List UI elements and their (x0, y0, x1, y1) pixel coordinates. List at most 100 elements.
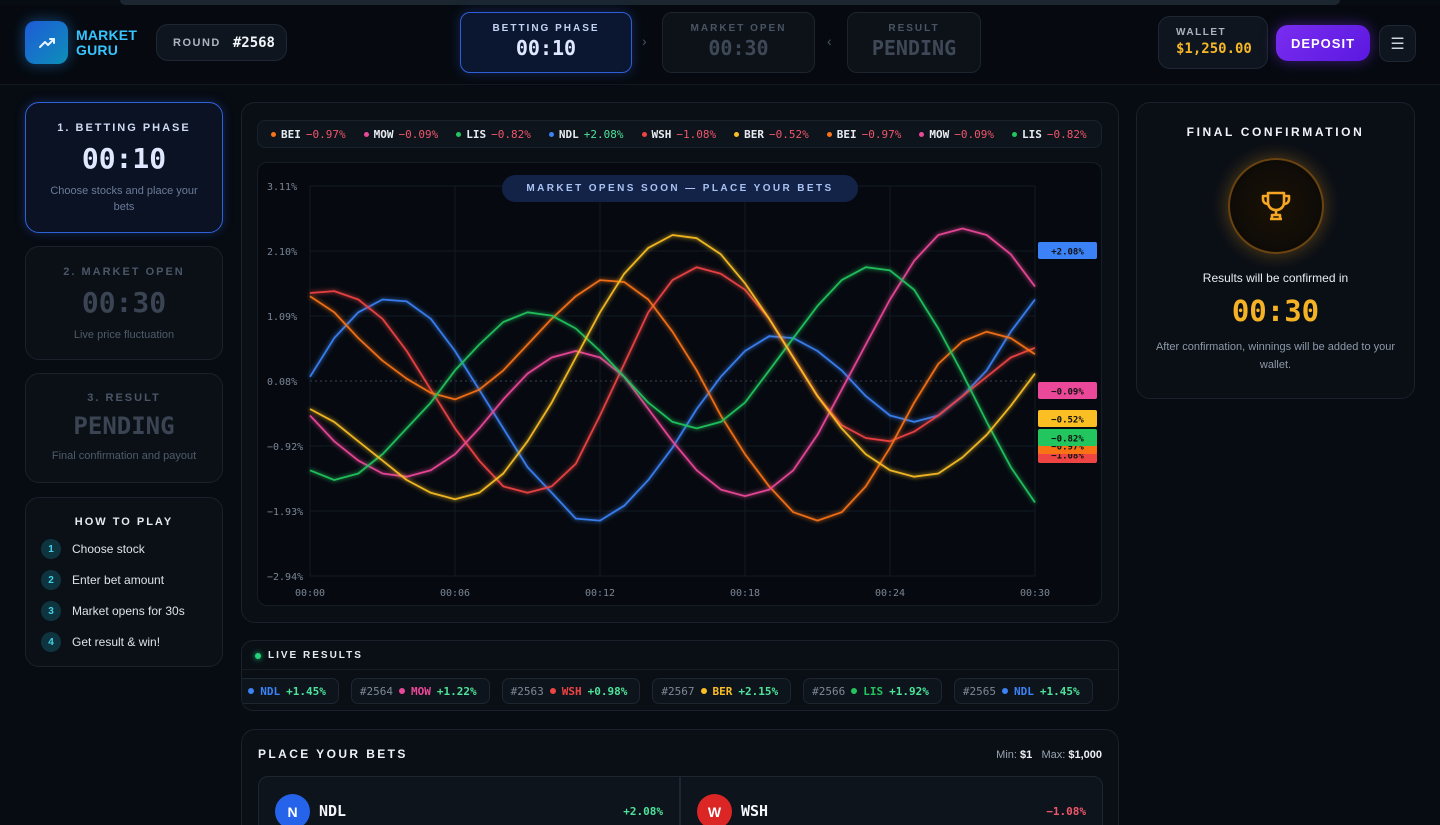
result-dot (1002, 688, 1008, 694)
menu-button[interactable]: ☰ (1379, 25, 1416, 62)
market-banner: MARKET OPENS SOON — PLACE YOUR BETS (502, 175, 858, 202)
live-result-item: #2564 MOW +1.22% (350, 678, 490, 704)
ticker-item: LIS −0.82% (1012, 128, 1087, 141)
ticker-change: −0.97% (305, 128, 346, 141)
ticker-dot (1012, 132, 1017, 137)
ticker-dot (363, 132, 369, 137)
result-stock: WSH (561, 684, 582, 698)
step-betting-phase: 1. BETTING PHASE 00:10 Choose stocks and… (25, 102, 223, 233)
value-tag-label: −0.82% (1051, 435, 1084, 445)
ticker-item: WSH −1.08% (641, 128, 717, 141)
how-to-item: 4 Get result & win! (41, 632, 222, 652)
x-tick-label: 00:18 (730, 588, 760, 599)
y-tick-label: 3.11% (267, 182, 297, 193)
logo-text: MARKET GURU (76, 28, 137, 58)
round-id: #2565 (962, 684, 996, 698)
confirm-desc: After confirmation, winnings will be add… (1155, 341, 1396, 371)
ticker-dot (548, 132, 554, 137)
min-value: $1 (1020, 749, 1033, 761)
series-line-wsh (309, 266, 1036, 494)
how-to-text: Market opens for 30s (72, 604, 185, 618)
bet-card-wsh[interactable]: W WSH −1.08% (680, 776, 1103, 825)
y-tick-label: −0.92% (267, 442, 303, 453)
result-stock: BER (712, 684, 733, 698)
round-id: #2564 (359, 684, 393, 698)
y-tick-label: 0.08% (267, 377, 297, 388)
stock-change: −1.08% (1046, 805, 1086, 818)
min-label: Min: (996, 749, 1017, 761)
result-change: +1.45% (286, 684, 326, 698)
logo-icon (25, 21, 68, 64)
phase-label: RESULT (888, 23, 940, 34)
ticker-name: LIS (466, 128, 487, 141)
ticker-change: +2.08% (583, 128, 624, 141)
x-tick-label: 00:12 (585, 588, 615, 599)
round-id: 65 (242, 685, 243, 698)
step-result: 3. RESULT PENDING Final confirmation and… (25, 373, 223, 483)
y-tick-label: −1.93% (267, 507, 303, 518)
result-stock: NDL (260, 684, 281, 698)
y-tick-label: −2.94% (267, 572, 303, 583)
ticker-track: BEI −0.97% MOW −0.09% LIS −0.82% NDL +2.08% WSH −… (271, 128, 1087, 141)
live-results-title: LIVE RESULTS (268, 650, 363, 661)
chart-area: 3.11% 2.10% 1.09% 0.08% −0.92% −1.93% −2.94% 00… (257, 162, 1102, 606)
confirm-label: Results will be confirmed in (1202, 271, 1349, 285)
result-change: +1.45% (1039, 684, 1080, 698)
phase-timer: 00:10 (515, 36, 577, 60)
ticker-change: −0.52% (769, 128, 809, 141)
value-tag-label: +2.08% (1051, 248, 1084, 258)
stock-name: WSH (741, 802, 769, 820)
logo-line2: GURU (76, 42, 119, 58)
chevron-left-icon: ‹ (827, 33, 832, 49)
phase-label: BETTING PHASE (492, 23, 600, 34)
step-number: 2 (41, 570, 61, 590)
y-tick-label: 2.10% (267, 247, 297, 258)
step-status: PENDING (73, 412, 175, 440)
how-to-item: 2 Enter bet amount (41, 570, 222, 590)
how-to-text: Get result & win! (72, 635, 161, 649)
bet-card-ndl[interactable]: N NDL +2.08% (258, 776, 680, 825)
deposit-button[interactable]: DEPOSIT (1276, 25, 1370, 61)
live-result-item: 65 NDL +1.45% (242, 678, 339, 704)
result-dot (700, 688, 707, 694)
how-to-item: 1 Choose stock (41, 539, 222, 559)
result-dot (549, 688, 556, 694)
ticker-name: MOW (373, 128, 394, 141)
ticker-item: BER −0.52% (734, 128, 809, 141)
ticker-item: NDL +2.08% (548, 128, 624, 141)
max-label: Max: (1041, 749, 1066, 761)
round-label: ROUND (173, 36, 221, 49)
series-line-mow (309, 227, 1036, 498)
place-bets-title: PLACE YOUR BETS (258, 747, 408, 761)
how-to-text: Choose stock (72, 542, 145, 556)
ticker-name: MOW (929, 128, 950, 141)
ticker-name: BEI (281, 128, 301, 141)
live-dot-icon (255, 652, 261, 659)
ticker-change: −1.08% (676, 128, 717, 141)
ticker-dot (456, 132, 462, 137)
phase-market-open: MARKET OPEN 00:30 (662, 12, 815, 73)
confirm-timer: 00:30 (1231, 294, 1320, 328)
how-to-title: HOW TO PLAY (74, 516, 174, 528)
max-value: $1,000 (1068, 749, 1102, 761)
round-value: #2568 (232, 34, 275, 51)
x-tick-label: 00:24 (875, 588, 905, 599)
trophy-icon (1227, 158, 1324, 254)
ticker-name: NDL (558, 128, 579, 141)
result-dot (399, 688, 405, 694)
result-change: +0.98% (587, 684, 628, 698)
live-results-header: LIVE RESULTS (255, 650, 363, 661)
y-tick-label: 1.09% (267, 312, 297, 323)
ticker-dot (734, 132, 740, 137)
step-label: 2. MARKET OPEN (63, 266, 185, 278)
round-id: #2566 (812, 684, 846, 698)
stock-avatar: W (697, 794, 732, 825)
stock-change: +2.08% (623, 805, 663, 818)
step-market-open: 2. MARKET OPEN 00:30 Live price fluctuat… (25, 246, 223, 360)
final-confirmation-panel: FINAL CONFIRMATION Results will be confi… (1136, 102, 1415, 399)
step-number: 4 (41, 632, 61, 652)
chevron-right-icon: › (642, 33, 647, 49)
x-tick-label: 00:30 (1020, 588, 1050, 599)
header: MARKET GURU ROUND #2568 BETTING PHASE 00… (0, 5, 1440, 85)
ticker-item: BEI −0.97% (826, 128, 901, 141)
